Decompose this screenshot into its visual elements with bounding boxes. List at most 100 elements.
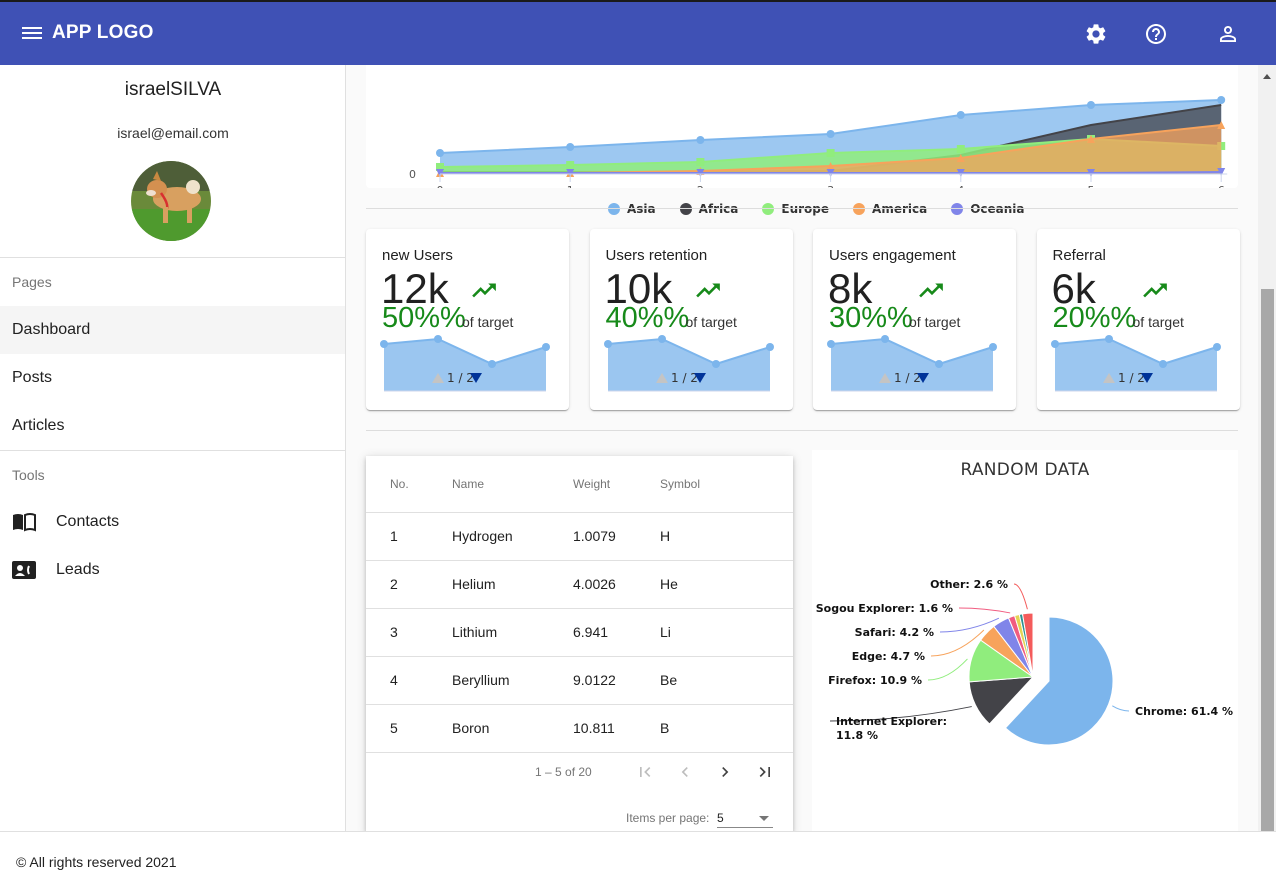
data-point[interactable] [436,149,444,157]
sparkline-point [542,343,550,351]
menu-icon[interactable] [22,24,42,42]
divider [366,430,1238,431]
data-point[interactable] [956,145,965,153]
elements-table: No. Name Weight Symbol 1 Hydrogen 1.0079 H 2… [366,456,793,753]
data-point[interactable] [566,161,575,169]
app-logo[interactable]: APP LOGO [52,22,154,44]
legend-item-oceania[interactable]: Oceania [951,202,1025,216]
table-row[interactable]: 3 Lithium 6.941 Li [366,608,793,657]
items-per-page-label: Items per page: [626,811,710,825]
sidebar-item-label: Posts [12,369,53,386]
sidebar: israelSILVA israel@email.com Pages Dashb… [0,65,346,831]
table-row[interactable]: 1 Hydrogen 1.0079 H [366,512,793,561]
table-row[interactable]: 4 Beryllium 9.0122 Be [366,656,793,705]
data-point[interactable] [1087,101,1095,109]
sidebar-item-posts[interactable]: Posts [0,354,345,402]
column-header-symbol[interactable]: Symbol [660,456,793,513]
last-page-icon [759,767,770,777]
last-page-button[interactable] [751,758,779,786]
main-content: 01234560 AsiaAfricaEuropeAmericaOceania … [346,65,1258,831]
chart-legend: Asia Africa Europe America Oceania [608,202,1049,216]
data-point[interactable] [956,111,965,119]
cell-weight: 10.811 [573,704,660,753]
sidebar-item-leads[interactable]: Leads [0,546,345,594]
divider [0,257,346,258]
stat-card: Users retention 10k 40%% of target 1 / 2 [589,229,793,410]
sparkline-chart: 1 / 2 [1050,335,1221,392]
sparkline-point [989,343,997,351]
sparkline-point [1212,343,1221,351]
previous-page-button[interactable] [671,758,699,786]
sidebar-item-articles[interactable]: Articles [0,402,345,450]
chevron-right-icon [722,767,729,777]
cell-symbol: Li [660,608,793,657]
x-tick-label: 5 [1088,184,1095,188]
legend-marker-icon [762,203,775,215]
settings-icon[interactable] [1084,22,1108,46]
column-header-no[interactable]: No. [366,456,452,513]
data-point[interactable] [696,136,705,144]
data-point[interactable] [1217,96,1226,104]
cell-no: 5 [366,704,452,753]
legend-label: America [872,202,928,216]
cell-name: Lithium [452,608,573,657]
legend-item-america[interactable]: America [853,202,927,216]
legend-label: Europe [781,202,830,216]
stat-title: new Users [382,247,453,264]
scrollbar[interactable] [1258,65,1276,831]
cell-symbol: B [660,704,793,753]
cell-no: 3 [366,608,452,657]
cell-weight: 1.0079 [573,512,660,561]
scrollbar-thumb[interactable] [1261,289,1274,831]
legend-label: Africa [698,202,739,216]
trending-up-icon [472,283,496,298]
pie-connector [1112,705,1130,712]
cell-name: Beryllium [452,656,573,705]
help-icon[interactable] [1144,22,1168,46]
legend-pager: 1 / 2 [894,371,921,385]
sidebar-item-contacts[interactable]: Contacts [0,498,345,546]
legend-marker-icon [608,203,620,215]
legend-item-europe[interactable]: Europe [762,202,829,216]
stat-percent: 20%% [1052,302,1137,334]
next-page-button[interactable] [711,758,739,786]
data-point[interactable] [826,130,835,138]
legend-item-asia[interactable]: Asia [608,202,656,216]
legend-label: Oceania [970,202,1025,216]
copyright-text: © All rights reserved 2021 [16,854,177,870]
sparkline-point [1050,340,1059,348]
table-row[interactable]: 2 Helium 4.0026 He [366,560,793,609]
divider [0,450,346,451]
pie-connector [1013,583,1028,610]
cell-weight: 6.941 [573,608,660,657]
stat-percent: 40%% [605,302,690,334]
stat-title: Referral [1052,247,1106,264]
sparkline-chart: 1 / 2 [380,335,550,392]
cell-no: 4 [366,656,452,705]
chevron-left-icon [681,767,688,777]
first-page-button[interactable] [631,758,659,786]
legend-pager: 1 / 2 [671,371,698,385]
items-per-page-select[interactable]: 5 [717,806,773,828]
data-point[interactable] [696,158,705,166]
sparkline-point [657,335,666,343]
sidebar-item-dashboard[interactable]: Dashboard [0,306,345,354]
data-point[interactable] [826,149,835,157]
column-header-weight[interactable]: Weight [573,456,660,513]
legend-marker-icon [853,203,866,215]
sparkline-point [434,335,442,343]
stat-title: Users retention [605,247,708,264]
scroll-up-arrow-icon[interactable] [1263,74,1271,79]
trending-up-icon [919,283,943,298]
data-point[interactable] [566,143,575,151]
x-tick-label: 6 [1218,184,1225,188]
legend-item-africa[interactable]: Africa [679,202,739,216]
table-row[interactable]: 5 Boron 10.811 B [366,704,793,753]
x-tick-label: 1 [567,184,574,188]
legend-marker-icon [951,203,964,215]
account-icon[interactable] [1216,22,1240,46]
column-header-name[interactable]: Name [452,456,573,513]
items-per-page-value: 5 [717,811,724,825]
cell-symbol: He [660,560,793,609]
pie-data-label: Safari: 4.2 % [855,626,934,639]
